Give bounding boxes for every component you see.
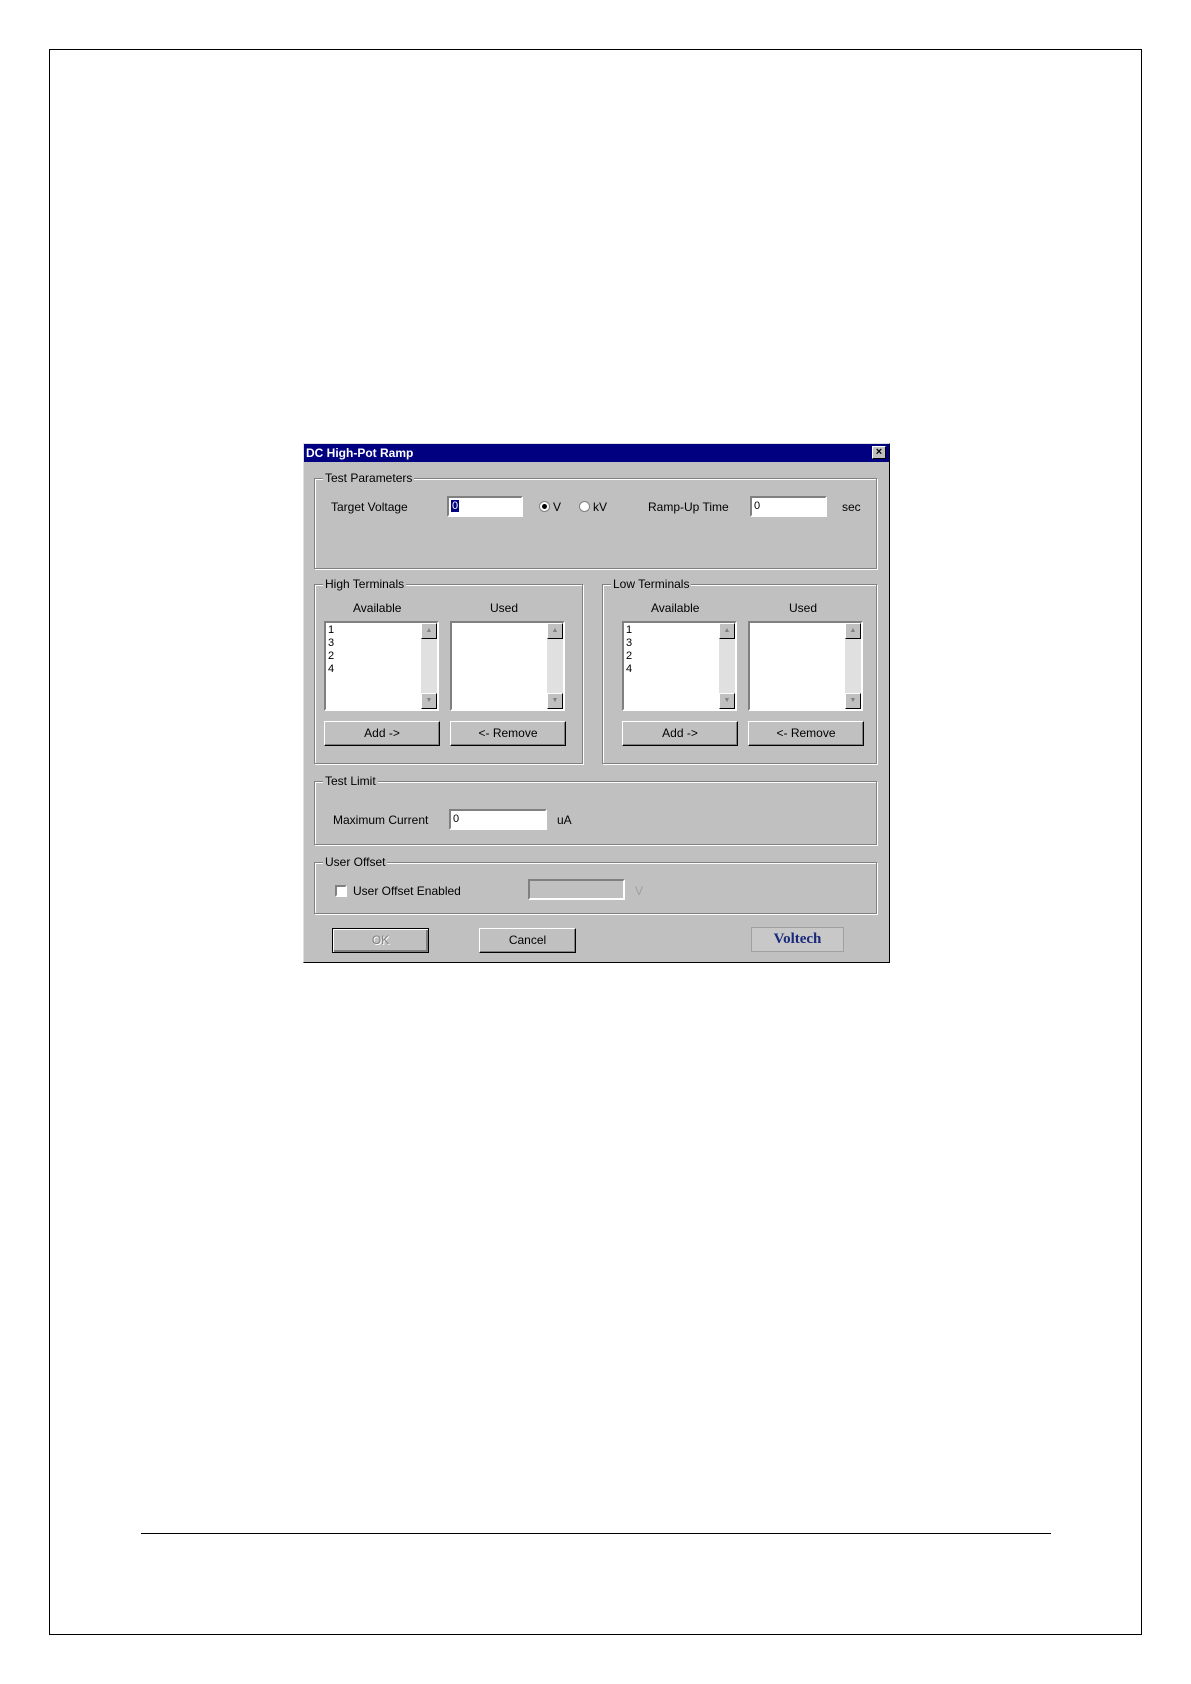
unit-kv-label: kV	[593, 500, 608, 514]
high-terminals-legend: High Terminals	[323, 577, 407, 591]
high-available-label: Available	[353, 601, 402, 615]
scroll-down-icon[interactable]: ▼	[421, 693, 437, 709]
user-offset-group: User Offset User Offset Enabled V	[314, 855, 877, 914]
high-remove-button[interactable]: <- Remove	[450, 721, 566, 746]
cancel-button[interactable]: Cancel	[479, 928, 576, 953]
scroll-down-icon[interactable]: ▼	[547, 693, 563, 709]
test-limit-group: Test Limit Maximum Current 0 uA	[314, 774, 877, 845]
voltech-logo: Voltech	[751, 927, 844, 952]
list-item[interactable]: 1	[626, 624, 632, 637]
scroll-up-icon[interactable]: ▲	[547, 623, 563, 639]
high-terminals-group: High Terminals Available Used 1 3 2 4 ▲ …	[314, 577, 583, 764]
ramp-up-time-input[interactable]: 0	[750, 496, 827, 517]
target-voltage-input[interactable]: 0	[447, 496, 523, 517]
unit-v-label: V	[553, 500, 562, 514]
maximum-current-unit: uA	[557, 813, 572, 827]
user-offset-input[interactable]	[528, 879, 625, 900]
high-available-scrollbar[interactable]: ▲ ▼	[421, 623, 437, 709]
low-terminals-group: Low Terminals Available Used 1 3 2 4 ▲ ▼…	[602, 577, 877, 764]
test-parameters-group: Test Parameters Target Voltage 0 V kV Ra…	[314, 471, 877, 569]
scroll-down-icon[interactable]: ▼	[719, 693, 735, 709]
maximum-current-label: Maximum Current	[333, 813, 429, 827]
ramp-up-unit-label: sec	[842, 500, 861, 514]
close-icon[interactable]: ×	[872, 446, 886, 459]
high-available-items: 1 3 2 4	[328, 624, 334, 676]
low-available-label: Available	[651, 601, 700, 615]
scroll-up-icon[interactable]: ▲	[719, 623, 735, 639]
unit-kv-radio[interactable]	[579, 501, 590, 512]
scroll-up-icon[interactable]: ▲	[421, 623, 437, 639]
list-item[interactable]: 2	[626, 650, 632, 663]
low-available-scrollbar[interactable]: ▲ ▼	[719, 623, 735, 709]
high-used-list[interactable]: ▲ ▼	[450, 621, 565, 711]
high-used-scrollbar[interactable]: ▲ ▼	[547, 623, 563, 709]
unit-v-radio[interactable]	[539, 501, 550, 512]
user-offset-enabled-label: User Offset Enabled	[353, 884, 461, 898]
low-add-button[interactable]: Add ->	[622, 721, 738, 746]
low-used-label: Used	[789, 601, 818, 615]
list-item[interactable]: 2	[328, 650, 334, 663]
list-item[interactable]: 1	[328, 624, 334, 637]
low-available-list[interactable]: 1 3 2 4 ▲ ▼	[622, 621, 737, 711]
high-add-button[interactable]: Add ->	[324, 721, 440, 746]
dialog-title: DC High-Pot Ramp	[306, 446, 414, 460]
scroll-up-icon[interactable]: ▲	[845, 623, 861, 639]
list-item[interactable]: 3	[328, 637, 334, 650]
test-limit-legend: Test Limit	[323, 774, 378, 788]
ok-button[interactable]: OK	[332, 928, 429, 953]
target-voltage-value: 0	[451, 500, 460, 512]
low-terminals-legend: Low Terminals	[611, 577, 692, 591]
user-offset-unit: V	[635, 884, 644, 898]
list-item[interactable]: 4	[626, 663, 632, 676]
high-used-label: Used	[490, 601, 519, 615]
dialog-titlebar[interactable]: DC High-Pot Ramp ×	[304, 444, 889, 462]
maximum-current-input[interactable]: 0	[449, 809, 547, 830]
list-item[interactable]: 3	[626, 637, 632, 650]
ramp-up-time-label: Ramp-Up Time	[648, 500, 729, 514]
low-used-list[interactable]: ▲ ▼	[748, 621, 863, 711]
low-used-scrollbar[interactable]: ▲ ▼	[845, 623, 861, 709]
user-offset-checkbox[interactable]	[335, 885, 347, 897]
low-available-items: 1 3 2 4	[626, 624, 632, 676]
test-parameters-legend: Test Parameters	[323, 471, 415, 485]
dc-high-pot-ramp-dialog: DC High-Pot Ramp × Test Parameters Targe…	[303, 443, 890, 963]
high-available-list[interactable]: 1 3 2 4 ▲ ▼	[324, 621, 439, 711]
target-voltage-label: Target Voltage	[331, 500, 408, 514]
user-offset-legend: User Offset	[323, 855, 388, 869]
list-item[interactable]: 4	[328, 663, 334, 676]
low-remove-button[interactable]: <- Remove	[748, 721, 864, 746]
footer-divider	[141, 1533, 1051, 1534]
scroll-down-icon[interactable]: ▼	[845, 693, 861, 709]
